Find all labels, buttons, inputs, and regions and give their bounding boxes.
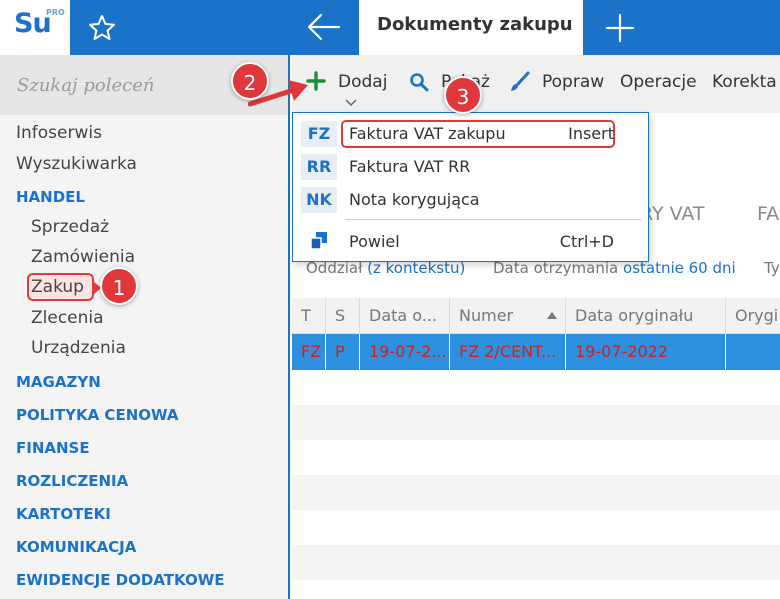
- sidebar-item-zamowienia[interactable]: Zamówienia: [31, 247, 135, 267]
- menu-item-powiel[interactable]: Powiel Ctrl+D: [293, 227, 648, 257]
- column-header-t[interactable]: T: [292, 298, 326, 334]
- column-header-oryginal[interactable]: Orygi: [726, 298, 780, 334]
- menu-item-label: Faktura VAT RR: [349, 157, 471, 176]
- menu-item-faktura-vat-zakupu[interactable]: FZ Faktura VAT zakupu Insert: [293, 119, 648, 149]
- annotation-badge-1: 1: [100, 267, 138, 305]
- sidebar-item-zlecenia[interactable]: Zlecenia: [31, 308, 104, 328]
- sidebar-section-magazyn[interactable]: MAGAZYN: [16, 373, 101, 391]
- menu-item-shortcut: Insert: [568, 124, 614, 143]
- menu-item-label: Nota korygująca: [349, 190, 480, 209]
- sidebar-section-kartoteki[interactable]: KARTOTEKI: [16, 505, 111, 523]
- tab-rejestry-vat[interactable]: RY VAT: [640, 203, 705, 225]
- top-bar: Su PRO Dokumenty zakupu: [0, 0, 780, 55]
- menu-item-faktura-vat-rr[interactable]: RR Faktura VAT RR: [293, 152, 648, 182]
- edit-button[interactable]: Popraw: [504, 55, 604, 113]
- empty-row: [292, 370, 780, 405]
- logo-pro-badge: PRO: [46, 8, 65, 17]
- menu-item-nota-korygujaca[interactable]: NK Nota korygująca: [293, 185, 648, 215]
- sidebar-item-wyszukiwarka[interactable]: Wyszukiwarka: [16, 154, 137, 174]
- tab-fa[interactable]: FA: [757, 203, 779, 225]
- cell-type: FZ: [292, 334, 326, 370]
- empty-row: [292, 405, 780, 440]
- sidebar-section-polityka-cenowa[interactable]: POLITYKA CENOWA: [16, 406, 178, 424]
- sidebar-section-rozliczenia[interactable]: ROZLICZENIA: [16, 472, 128, 490]
- edit-button-label: Popraw: [542, 72, 605, 92]
- sidebar-section-komunikacja[interactable]: KOMUNIKACJA: [16, 538, 136, 556]
- cell-status: P: [326, 334, 360, 370]
- filter-type[interactable]: Ty: [764, 259, 780, 277]
- cell-original: [726, 334, 780, 370]
- cell-original-date: 19-07-2022: [566, 334, 726, 370]
- annotation-badge-2: 2: [231, 62, 269, 100]
- add-button[interactable]: Dodaj: [300, 55, 396, 113]
- empty-row: [292, 475, 780, 510]
- menu-item-label: Powiel: [349, 232, 400, 251]
- menu-item-label: Faktura VAT zakupu: [349, 124, 506, 143]
- sidebar-item-urzadzenia[interactable]: Urządzenia: [31, 338, 126, 358]
- brush-icon: [511, 71, 530, 91]
- sort-ascending-icon: [547, 312, 557, 319]
- tab-title: Dokumenty zakupu: [377, 14, 573, 35]
- menu-item-code: RR: [301, 154, 337, 180]
- sidebar-section-finanse[interactable]: FINANSE: [16, 439, 90, 457]
- menu-item-code: FZ: [301, 121, 337, 147]
- new-tab-plus-icon[interactable]: [604, 12, 636, 44]
- app-logo[interactable]: Su PRO: [0, 0, 70, 55]
- column-header-numer-label: Numer: [459, 306, 514, 325]
- operations-button[interactable]: Operacje: [620, 72, 697, 92]
- add-button-label: Dodaj: [338, 72, 388, 92]
- annotation-badge-3: 3: [444, 76, 482, 114]
- empty-row: [292, 510, 780, 545]
- toolbar: Dodaj Pokaż Popraw Operacje Korekta: [292, 55, 780, 113]
- column-header-numer[interactable]: Numer: [450, 298, 566, 334]
- add-dropdown-menu: FZ Faktura VAT zakupu Insert RR Faktura …: [292, 112, 649, 262]
- column-header-s[interactable]: S: [326, 298, 360, 334]
- sidebar: Szukaj poleceń Infoserwis Wyszukiwarka H…: [0, 55, 290, 599]
- column-header-data-oryginalu[interactable]: Data oryginału: [566, 298, 726, 334]
- search-icon: [410, 73, 429, 92]
- table-row[interactable]: FZ P 19-07-2... FZ 2/CENT... 19-07-2022: [292, 334, 780, 370]
- cell-number: FZ 2/CENT...: [450, 334, 566, 370]
- favorites-star-icon[interactable]: [86, 12, 118, 44]
- menu-item-code: NK: [301, 187, 337, 213]
- sidebar-item-infoserwis[interactable]: Infoserwis: [16, 123, 102, 143]
- back-arrow-icon[interactable]: [306, 12, 342, 42]
- cell-date: 19-07-2...: [360, 334, 450, 370]
- empty-row: [292, 440, 780, 475]
- chevron-down-icon: [345, 99, 357, 107]
- search-placeholder: Szukaj poleceń: [17, 75, 155, 96]
- column-header-data-o[interactable]: Data o...: [360, 298, 450, 334]
- correction-button[interactable]: Korekta: [712, 72, 777, 92]
- sidebar-section-handel[interactable]: HANDEL: [16, 188, 85, 206]
- empty-row: [292, 545, 780, 580]
- sidebar-item-zakup[interactable]: Zakup: [31, 277, 84, 297]
- menu-item-shortcut: Ctrl+D: [559, 232, 614, 251]
- menu-separator: [345, 219, 641, 220]
- sidebar-section-ewidencje-dodatkowe[interactable]: EWIDENCJE DODATKOWE: [16, 571, 225, 589]
- sidebar-item-sprzedaz[interactable]: Sprzedaż: [31, 217, 109, 237]
- tab-dokumenty-zakupu[interactable]: Dokumenty zakupu: [359, 0, 583, 55]
- table-header: T S Data o... Numer Data oryginału Orygi: [292, 298, 780, 334]
- duplicate-icon: [310, 232, 327, 250]
